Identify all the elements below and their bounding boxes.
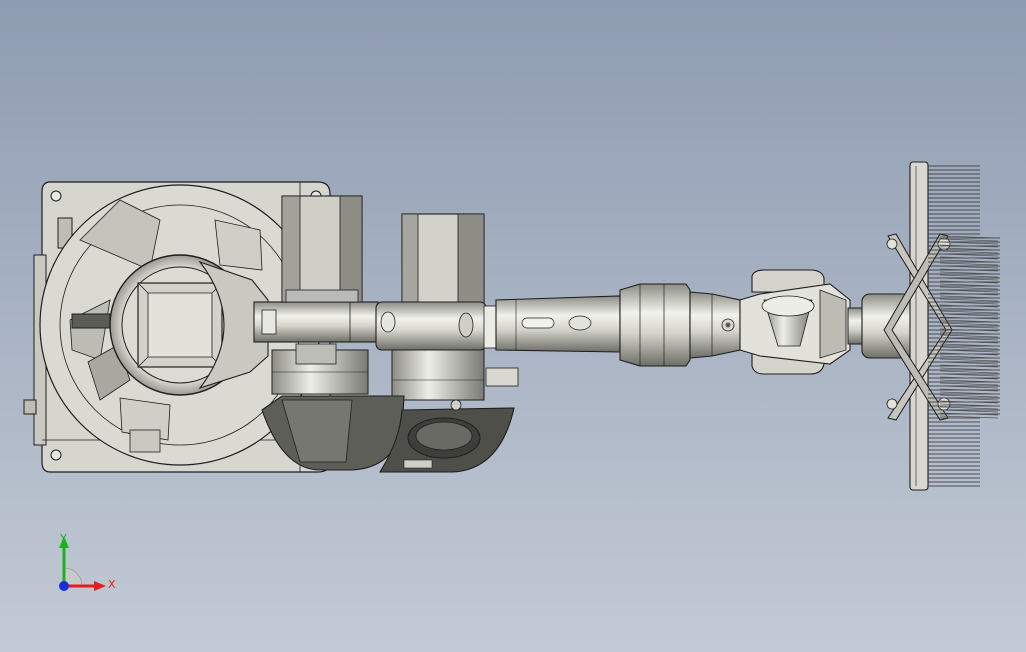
bristle <box>939 262 999 266</box>
bristle <box>939 370 999 374</box>
x-axis-label: X <box>108 578 116 591</box>
bristle <box>939 346 999 350</box>
bristle <box>939 298 999 302</box>
wrist-yoke[interactable] <box>739 269 851 375</box>
counterweight-cover[interactable] <box>261 395 515 473</box>
y-axis-label: Y <box>59 532 67 545</box>
bristle <box>939 286 999 290</box>
x-axis-arrowhead-icon <box>94 581 106 591</box>
bristle <box>939 274 999 278</box>
coordinate-triad: Y X <box>59 532 116 591</box>
bristle <box>939 250 999 254</box>
elbow-joint[interactable] <box>375 301 499 351</box>
z-axis-dot-icon <box>59 581 69 591</box>
brush-bristles <box>928 165 1000 487</box>
bristle <box>939 394 999 398</box>
bristle <box>939 358 999 362</box>
robot-arm-model[interactable] <box>0 0 1026 652</box>
bristle <box>939 310 999 314</box>
graphics-viewport[interactable]: Y X <box>0 0 1026 652</box>
bristle <box>939 382 999 386</box>
gear-housing-left[interactable] <box>271 343 369 395</box>
wrist-housing[interactable] <box>619 283 741 367</box>
upper-arm-tube[interactable] <box>495 295 621 353</box>
axis2-motor[interactable] <box>281 195 363 303</box>
axis3-motor[interactable] <box>401 213 485 305</box>
gear-housing-right[interactable] <box>391 347 519 401</box>
